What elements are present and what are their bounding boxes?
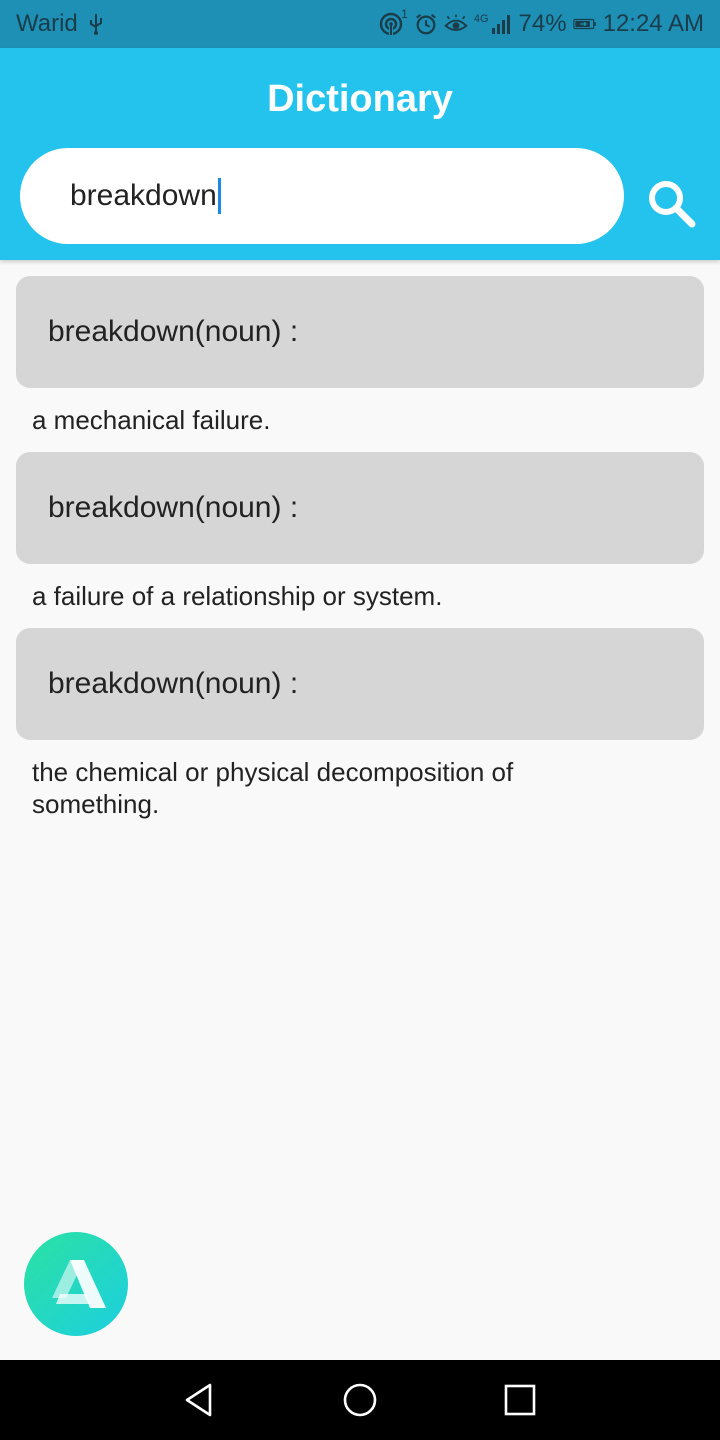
text-cursor	[217, 178, 221, 214]
network-indicator: 4G	[474, 13, 513, 35]
results-list: breakdown(noun) : a mechanical failure. …	[16, 276, 704, 836]
result-definition: a mechanical failure.	[32, 405, 271, 435]
floating-app-button[interactable]	[24, 1232, 128, 1336]
result-definition: the chemical or physical decomposition o…	[32, 757, 514, 819]
app-bar: Dictionary breakdown	[0, 48, 720, 260]
recents-icon[interactable]	[500, 1380, 540, 1420]
status-right: 1 4G 74% 12:24 AM	[378, 7, 704, 38]
result-card[interactable]: breakdown(noun) :	[16, 276, 704, 388]
signal-icon	[491, 15, 510, 34]
eye-comfort-icon	[444, 14, 468, 31]
app-logo-icon	[52, 1260, 106, 1308]
result-title: breakdown(noun) :	[48, 667, 299, 700]
battery-percent: 74%	[518, 10, 567, 37]
search-icon[interactable]	[644, 176, 700, 232]
clock: 12:24 AM	[602, 10, 704, 37]
result-card[interactable]: breakdown(noun) :	[16, 452, 704, 564]
status-left: Warid	[16, 10, 108, 38]
hotspot-icon: 1	[378, 7, 408, 37]
result-title: breakdown(noun) :	[48, 315, 299, 348]
carrier-label: Warid	[16, 10, 78, 37]
search-input[interactable]: breakdown	[20, 148, 624, 244]
back-icon[interactable]	[180, 1380, 220, 1420]
hotspot-badge: 1	[401, 7, 408, 21]
network-type: 4G	[473, 13, 489, 25]
usb-icon	[89, 14, 102, 35]
result-definition: a failure of a relationship or system.	[32, 581, 443, 611]
search-input-value[interactable]: breakdown	[70, 179, 217, 213]
result-card[interactable]: breakdown(noun) :	[16, 628, 704, 740]
status-bar: Warid 1 4G 74% 12:24 AM	[0, 0, 720, 48]
battery-charging-icon	[572, 18, 596, 30]
navigation-bar	[0, 1360, 720, 1440]
alarm-icon	[416, 13, 436, 35]
result-title: breakdown(noun) :	[48, 491, 299, 524]
page-title: Dictionary	[267, 78, 453, 120]
home-icon[interactable]	[340, 1380, 380, 1420]
